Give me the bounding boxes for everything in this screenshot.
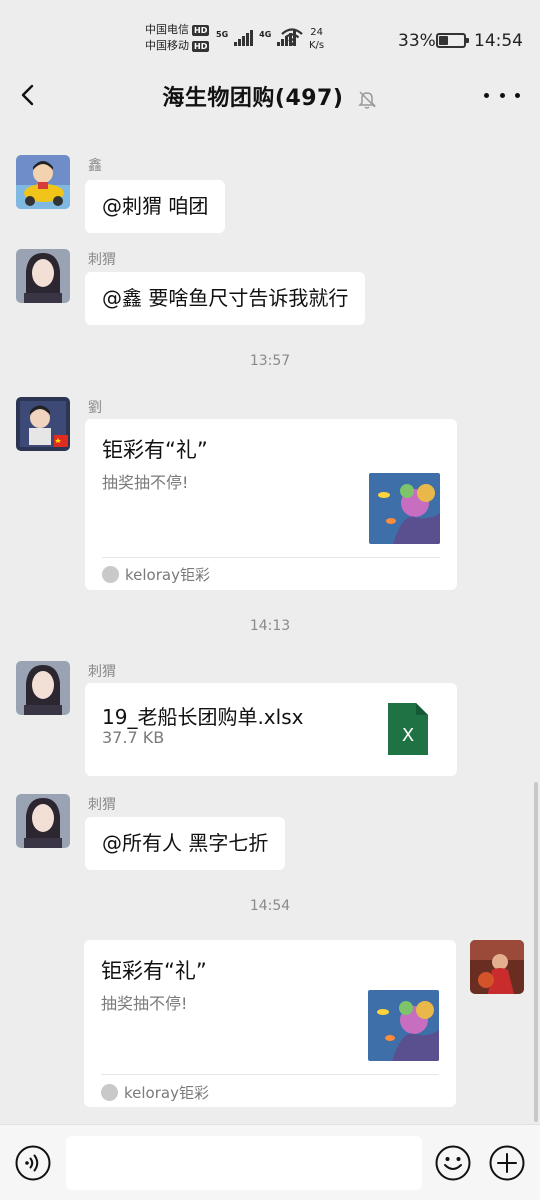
speed-value: 24: [310, 27, 323, 38]
card-title: 钜彩有“礼”: [101, 959, 207, 983]
clock: 14:54: [474, 31, 523, 51]
card-description: 抽奖抽不停!: [102, 473, 189, 492]
signal-1-icon: [234, 30, 254, 46]
avatar[interactable]: [470, 940, 524, 994]
card-source-name: keloray钜彩: [124, 1084, 209, 1102]
message-bubble[interactable]: @鑫 要啥鱼尺寸告诉我就行: [85, 272, 366, 325]
message-list[interactable]: 鑫 @刺猬 咱团 刺猬 @鑫 要啥鱼尺寸告诉我就行 13:57 劉 钜彩有“礼”…: [0, 118, 540, 1124]
hd-badge: HD: [192, 40, 210, 52]
chat-title: 海生物团购(497): [162, 86, 344, 111]
excel-file-icon: X: [388, 703, 428, 755]
input-bar: [0, 1124, 540, 1200]
voice-input-icon[interactable]: [15, 1145, 51, 1181]
speed-unit: K/s: [309, 40, 325, 51]
avatar[interactable]: [16, 661, 70, 715]
message-input[interactable]: [66, 1136, 422, 1190]
avatar[interactable]: [16, 794, 70, 848]
source-logo-icon: [102, 566, 119, 583]
signal-1-label: 5G: [216, 30, 229, 39]
carrier-1: 中国电信: [145, 23, 189, 36]
file-name: 19_老船长团购单.xlsx: [102, 705, 304, 729]
source-logo-icon: [101, 1084, 118, 1101]
card-source-name: keloray钜彩: [125, 566, 210, 584]
battery-icon: [436, 33, 469, 48]
status-bar: 中国电信 HD 中国移动 HD 5G 4G 24 K/s 33% 14:54: [0, 0, 540, 72]
timestamp: 14:54: [249, 898, 291, 914]
sender-name: 鑫: [88, 158, 102, 174]
signal-2-label: 4G: [259, 30, 272, 39]
file-size: 37.7 KB: [102, 728, 165, 747]
sender-name: 刺猬: [88, 797, 116, 813]
avatar[interactable]: [16, 397, 70, 451]
timestamp: 14:13: [249, 618, 291, 634]
mute-bell-icon: [357, 91, 376, 109]
sender-name: 劉: [88, 400, 102, 416]
plus-icon[interactable]: [489, 1145, 525, 1181]
link-card[interactable]: 钜彩有“礼” 抽奖抽不停! keloray钜彩: [85, 419, 457, 590]
network-speed: 24 K/s: [309, 26, 324, 52]
card-source: keloray钜彩: [102, 564, 210, 585]
sender-name: 刺猬: [88, 664, 116, 680]
file-card[interactable]: 19_老船长团购单.xlsx 37.7 KB X: [85, 683, 457, 776]
chat-header: 海生物团购(497): [0, 72, 540, 118]
link-card[interactable]: 钜彩有“礼” 抽奖抽不停! keloray钜彩: [84, 940, 456, 1107]
avatar[interactable]: [16, 249, 70, 303]
scrollbar[interactable]: [534, 782, 538, 1122]
card-divider: [102, 557, 440, 558]
sender-name: 刺猬: [88, 252, 116, 268]
emoji-icon[interactable]: [435, 1145, 471, 1181]
message-bubble[interactable]: @刺猬 咱团: [85, 180, 226, 233]
chat-title-wrap[interactable]: 海生物团购(497): [0, 80, 540, 112]
battery-percent: 33%: [398, 31, 436, 51]
card-description: 抽奖抽不停!: [101, 994, 188, 1013]
card-divider: [101, 1074, 439, 1075]
file-icon-letter: X: [402, 725, 414, 746]
card-thumbnail: [368, 990, 439, 1061]
hd-badge: HD: [192, 24, 210, 36]
more-options-icon[interactable]: [484, 86, 520, 104]
avatar[interactable]: [16, 155, 70, 209]
card-title: 钜彩有“礼”: [102, 438, 208, 462]
carrier-info: 中国电信 HD 中国移动 HD: [145, 22, 210, 54]
wifi-icon: [281, 28, 303, 46]
message-bubble[interactable]: @所有人 黑字七折: [85, 817, 286, 870]
carrier-2: 中国移动: [145, 39, 189, 52]
card-source: keloray钜彩: [101, 1082, 209, 1103]
battery-fill: [439, 36, 448, 45]
card-thumbnail: [369, 473, 440, 544]
timestamp: 13:57: [249, 353, 291, 369]
